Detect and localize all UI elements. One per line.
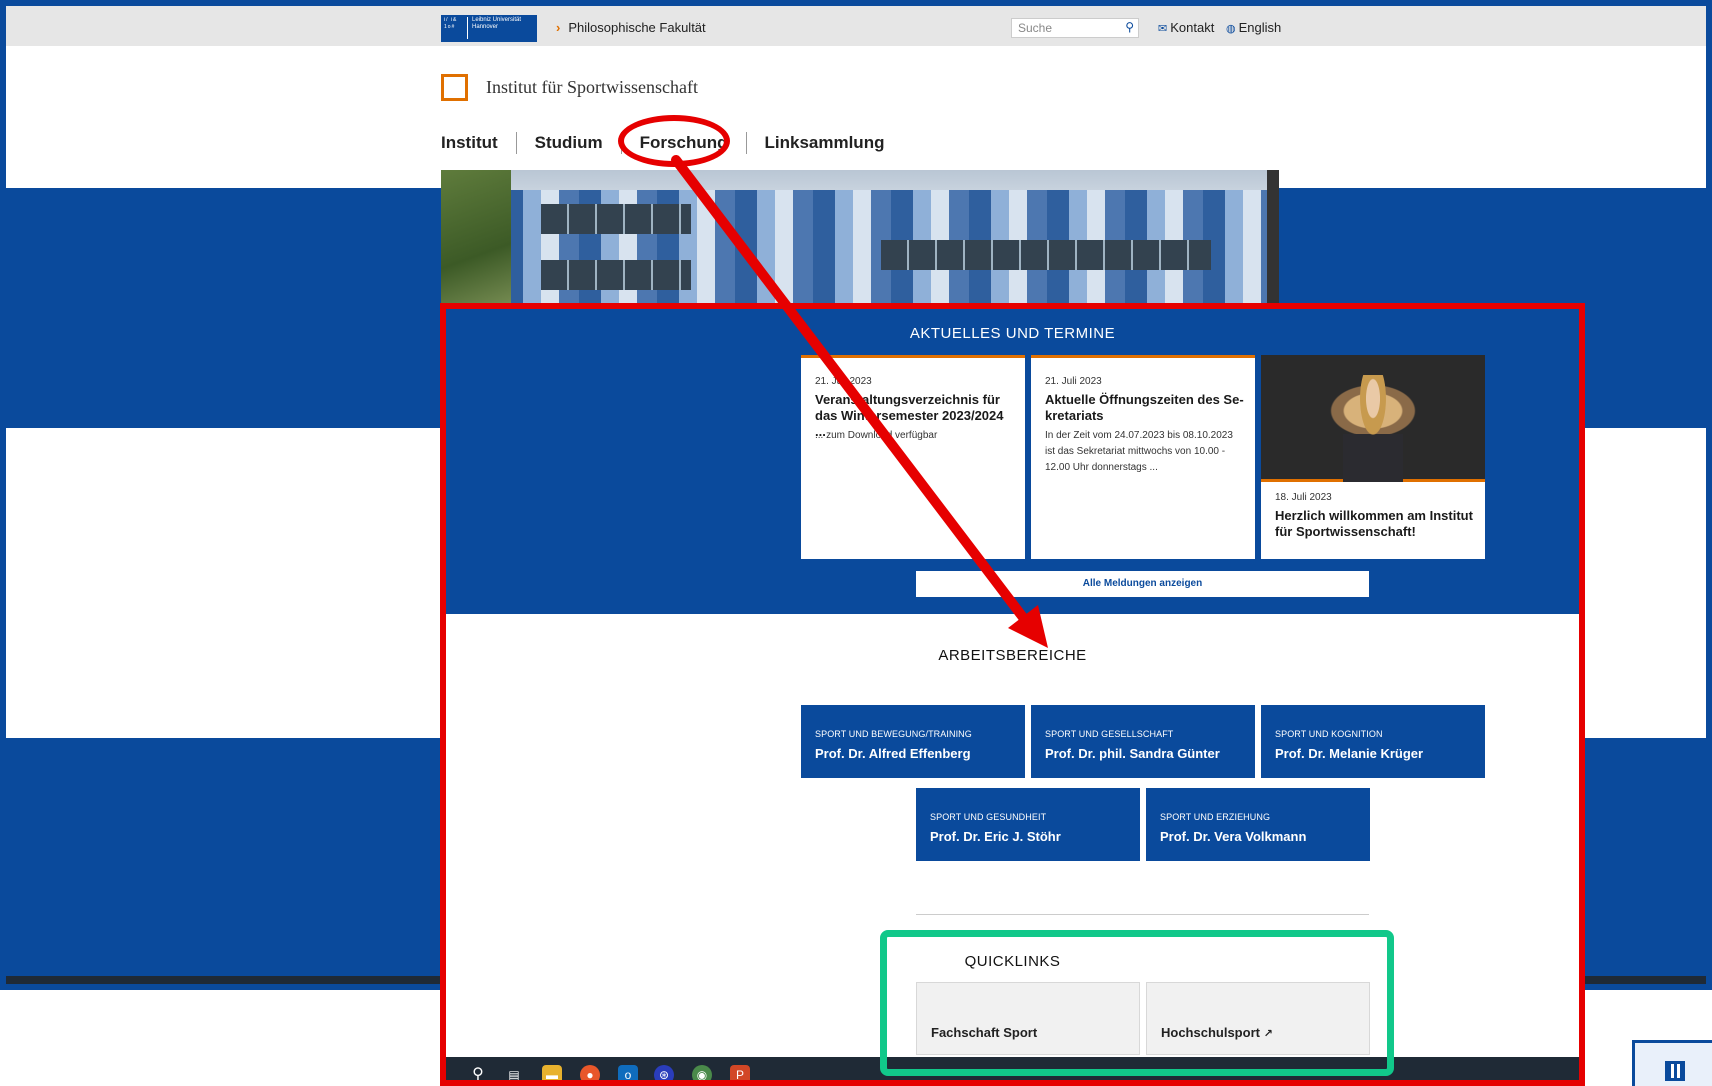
news-date: 21. Juli 2023 [815, 376, 872, 387]
area-professor: Prof. Dr. phil. Sandra Günter [1045, 746, 1220, 761]
nav-item-institut[interactable]: Institut [441, 132, 516, 154]
news-section: AKTUELLES UND TERMINE 21. Juli 2023 Vera… [446, 309, 1579, 614]
news-portrait-image [1261, 355, 1485, 482]
language-link[interactable]: ◍ English [1226, 20, 1281, 35]
area-professor: Prof. Dr. Melanie Krüger [1275, 746, 1424, 761]
news-headline[interactable]: Aktuelle Öffnungszeiten des Se-kretariat… [1045, 392, 1245, 424]
area-professor: Prof. Dr. Eric J. Stöhr [930, 829, 1061, 844]
powerpoint-icon[interactable]: P [730, 1065, 750, 1080]
news-card[interactable]: 21. Juli 2023 Aktuelle Öffnungszeiten de… [1031, 355, 1255, 559]
area-tile[interactable]: Sport und Erziehung Prof. Dr. Vera Volkm… [1146, 788, 1370, 861]
search-placeholder: Suche [1018, 21, 1053, 35]
search-input[interactable]: Suche ⚲ [1011, 18, 1139, 38]
task-view-icon[interactable]: ▤ [504, 1065, 524, 1080]
file-explorer-icon[interactable]: ▬ [542, 1065, 562, 1080]
news-text: In der Zeit vom 24.07.2023 bis 08.10.202… [1045, 430, 1233, 473]
area-category: Sport und Gesundheit [930, 812, 1047, 822]
hero-photo-credit [1267, 170, 1279, 310]
chevron-right-icon: › [556, 20, 561, 35]
app-icon[interactable]: ⊛ [654, 1065, 674, 1080]
corner-thumbnail [1632, 1040, 1712, 1086]
area-tile[interactable]: Sport und Gesellschaft Prof. Dr. phil. S… [1031, 705, 1255, 778]
area-category: Sport und Bewegung/Training [815, 729, 972, 739]
qr-code-icon [1665, 1061, 1685, 1081]
news-date: 21. Juli 2023 [1045, 376, 1102, 387]
nav-highlight-ellipse [618, 115, 730, 167]
search-icon[interactable]: ⚲ [468, 1065, 488, 1080]
breadcrumb-label: Philosophische Fakultät [568, 20, 706, 35]
area-tile[interactable]: Sport und Kognition Prof. Dr. Melanie Kr… [1261, 705, 1485, 778]
news-card[interactable]: 18. Juli 2023 Herzlich willkommen am Ins… [1261, 355, 1485, 559]
hero-trees [441, 170, 511, 310]
nav-item-linksammlung[interactable]: Linksammlung [745, 132, 903, 154]
globe-icon: ◍ [1226, 23, 1236, 35]
language-label: English [1238, 20, 1282, 35]
section-divider [916, 914, 1369, 915]
news-headline[interactable]: Herzlich willkommen am Institut für Spor… [1275, 508, 1475, 540]
news-text: ... zum Download verfügbar [815, 430, 938, 441]
area-category: Sport und Gesellschaft [1045, 729, 1174, 739]
area-tile[interactable]: Sport und Bewegung/Training Prof. Dr. Al… [801, 705, 1025, 778]
firefox-icon[interactable]: ● [580, 1065, 600, 1080]
nav-item-studium[interactable]: Studium [515, 132, 621, 154]
area-tile[interactable]: Sport und Gesundheit Prof. Dr. Eric J. S… [916, 788, 1140, 861]
news-section-title: AKTUELLES UND TERMINE [909, 325, 1116, 342]
university-logo[interactable]: i/ i& 1o# Leibniz Universität Hannover [441, 15, 537, 42]
contact-link[interactable]: ✉ Kontakt [1158, 20, 1214, 35]
hero-window-strip [541, 260, 691, 290]
contact-label: Kontakt [1170, 20, 1215, 35]
outlook-icon[interactable]: o [618, 1065, 638, 1080]
top-bar: i/ i& 1o# Leibniz Universität Hannover ›… [6, 6, 1706, 46]
news-date: 18. Juli 2023 [1275, 492, 1332, 503]
screenshot-stage: i/ i& 1o# Leibniz Universität Hannover ›… [0, 0, 1712, 1086]
all-news-button[interactable]: Alle Meldungen anzeigen [916, 571, 1369, 597]
hero-building-image [441, 170, 1279, 310]
institute-title[interactable]: Institut für Sportwissenschaft [486, 77, 698, 98]
area-professor: Prof. Dr. Alfred Effenberg [815, 746, 971, 761]
app-icon[interactable]: ◉ [692, 1065, 712, 1080]
area-category: Sport und Erziehung [1160, 812, 1271, 822]
hero-window-strip [541, 204, 691, 234]
logo-text: Leibniz Universität Hannover [472, 17, 522, 30]
logo-grid-icon: i/ i& 1o# [444, 17, 468, 39]
area-category: Sport und Kognition [1275, 729, 1383, 739]
quicklinks-highlight-box [880, 930, 1394, 1076]
institute-logo-square [441, 74, 468, 101]
area-professor: Prof. Dr. Vera Volkmann [1160, 829, 1307, 844]
breadcrumb[interactable]: › Philosophische Fakultät [556, 20, 706, 35]
areas-section-title: ARBEITSBEREICHE [938, 647, 1087, 664]
hero-window-strip [881, 240, 1211, 270]
portrait-person [1343, 375, 1403, 482]
search-icon[interactable]: ⚲ [1125, 20, 1134, 34]
news-card[interactable]: 21. Juli 2023 Veranstaltungsverzeichnis … [801, 355, 1025, 559]
mail-icon: ✉ [1158, 23, 1168, 35]
